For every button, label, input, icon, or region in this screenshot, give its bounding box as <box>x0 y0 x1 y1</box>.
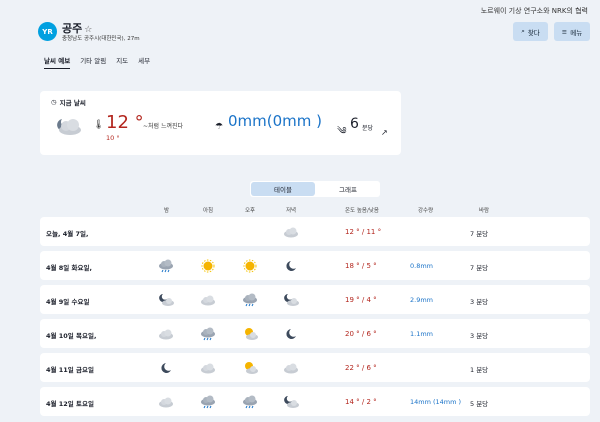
yr-logo[interactable]: YR <box>38 22 57 41</box>
cloud-icon <box>158 394 174 408</box>
forecast-row[interactable]: 오늘, 4월 7일, 12 ° / 11 ° 7 분당 <box>40 217 590 246</box>
wind-speed: 1 분당 <box>470 366 489 374</box>
precipitation: 0.8mm <box>410 262 434 270</box>
col-night: 밤 <box>164 208 170 214</box>
day-date: 오늘, 4월 7일, <box>46 230 89 238</box>
wind-speed: 7 분당 <box>470 230 489 238</box>
current-weather-header: ◷ 지금 날씨 <box>51 97 86 107</box>
current-weather-title: 지금 날씨 <box>59 99 86 107</box>
rain-cloud-icon <box>242 292 258 307</box>
moon-icon <box>158 360 174 374</box>
wind-direction-icon: ↗ <box>381 128 388 137</box>
moon-cloud-icon <box>283 292 299 306</box>
menu-label: 메뉴 <box>570 28 583 37</box>
cloud-icon <box>283 224 299 238</box>
tab-details[interactable]: 세부 <box>138 55 150 69</box>
day-date: 4월 10일 목요일, <box>46 332 97 340</box>
col-evening: 저녁 <box>286 208 297 214</box>
cloud-icon <box>200 360 216 374</box>
tab-forecast[interactable]: 날씨 예보 <box>44 55 71 69</box>
table-view-button[interactable]: 테이블 <box>251 182 315 196</box>
wind-speed: 3 분당 <box>470 332 489 340</box>
forecast-tabs: 날씨 예보 기타 알림 지도 세부 <box>44 55 150 69</box>
forecast-row[interactable]: 4월 8일 화요일, 18 ° / 5 ° 0.8mm 7 분당 <box>40 251 590 280</box>
temp-high-low: 14 ° / 2 ° <box>345 398 377 406</box>
tab-alerts[interactable]: 기타 알림 <box>80 55 106 69</box>
current-weather-card: ◷ 지금 날씨 🌡 12 ° ~처럼 느껴진다 10 ° ☂ 0mm(0mm ) … <box>40 91 401 155</box>
sun-icon <box>242 258 258 273</box>
cloud-icon <box>283 360 299 374</box>
moon-icon <box>283 258 299 272</box>
moon-cloud-icon <box>283 394 299 408</box>
precipitation: 1.1mm <box>410 330 434 338</box>
cloud-icon <box>200 292 216 306</box>
search-icon: ⌕ <box>521 27 525 35</box>
sun-cloud-icon <box>242 326 258 340</box>
forecast-row[interactable]: 4월 11일 금요일 22 ° / 6 ° 1 분당 <box>40 353 590 382</box>
col-temp: 온도 높음/낮음 <box>345 208 379 214</box>
day-date: 4월 9일 수요일 <box>46 298 90 306</box>
col-wind: 바람 <box>479 208 490 214</box>
hamburger-icon: ≡ <box>561 27 568 36</box>
temp-high-low: 22 ° / 6 ° <box>345 364 377 372</box>
tab-map[interactable]: 지도 <box>116 55 128 69</box>
wind-speed: 3 분당 <box>470 298 489 306</box>
clock-icon: ◷ <box>51 98 57 106</box>
feels-like-temp: 10 ° <box>106 134 120 142</box>
col-morning: 아침 <box>203 208 214 214</box>
forecast-row[interactable]: 4월 10일 목요일, 20 ° / 6 ° 1.1mm 3 분당 <box>40 319 590 348</box>
cloud-icon <box>158 326 174 340</box>
moon-cloud-icon <box>158 292 174 306</box>
menu-button[interactable]: ≡ 메뉴 <box>554 22 590 41</box>
rain-cloud-icon <box>242 394 258 409</box>
search-button[interactable]: ⌕ 찾다 <box>513 22 548 41</box>
rain-cloud-icon <box>200 394 216 409</box>
temp-high-low: 18 ° / 5 ° <box>345 262 377 270</box>
wind-unit: 분당 <box>362 125 374 132</box>
temp-high-low: 12 ° / 11 ° <box>345 228 382 236</box>
feels-like-label: ~처럼 느껴진다 <box>143 123 184 130</box>
graph-view-button[interactable]: 그래프 <box>316 181 380 197</box>
credit-text: 노르웨이 기상 연구소와 NRK의 협력 <box>480 7 588 15</box>
current-wind: 6 <box>350 116 359 132</box>
moon-icon <box>283 326 299 340</box>
rain-cloud-icon <box>200 326 216 341</box>
forecast-row[interactable]: 4월 9일 수요일 19 ° / 4 ° 2.9mm 3 분당 <box>40 285 590 314</box>
precipitation: 14mm (14mm ) <box>410 398 462 406</box>
view-toggle: 테이블 그래프 <box>250 181 380 197</box>
day-date: 4월 8일 화요일, <box>46 264 92 272</box>
sun-cloud-icon <box>242 360 258 374</box>
col-precip: 강수량 <box>418 208 434 214</box>
wind-speed: 7 분당 <box>470 264 489 272</box>
col-afternoon: 오후 <box>245 208 256 214</box>
sun-icon <box>200 258 216 273</box>
umbrella-icon: ☂ <box>215 122 224 132</box>
moon-cloud-icon <box>57 119 81 135</box>
current-temp: 12 ° <box>106 112 144 133</box>
wind-speed: 5 분당 <box>470 400 489 408</box>
wind-icon: ༄ <box>337 126 347 137</box>
day-date: 4월 11일 금요일 <box>46 366 94 374</box>
precipitation: 2.9mm <box>410 296 434 304</box>
current-precip: 0mm(0mm ) <box>228 112 323 130</box>
location-subtitle: 충청남도 공주시(대한민국), 27m <box>62 36 140 42</box>
forecast-row[interactable]: 4월 12일 토요일 14 ° / 2 ° 14mm (14mm ) 5 분당 <box>40 387 590 416</box>
temp-high-low: 20 ° / 6 ° <box>345 330 377 338</box>
search-label: 찾다 <box>527 28 540 37</box>
day-date: 4월 12일 토요일 <box>46 400 94 408</box>
thermometer-icon: 🌡 <box>93 120 105 130</box>
rain-cloud-icon <box>158 258 174 273</box>
temp-high-low: 19 ° / 4 ° <box>345 296 377 304</box>
